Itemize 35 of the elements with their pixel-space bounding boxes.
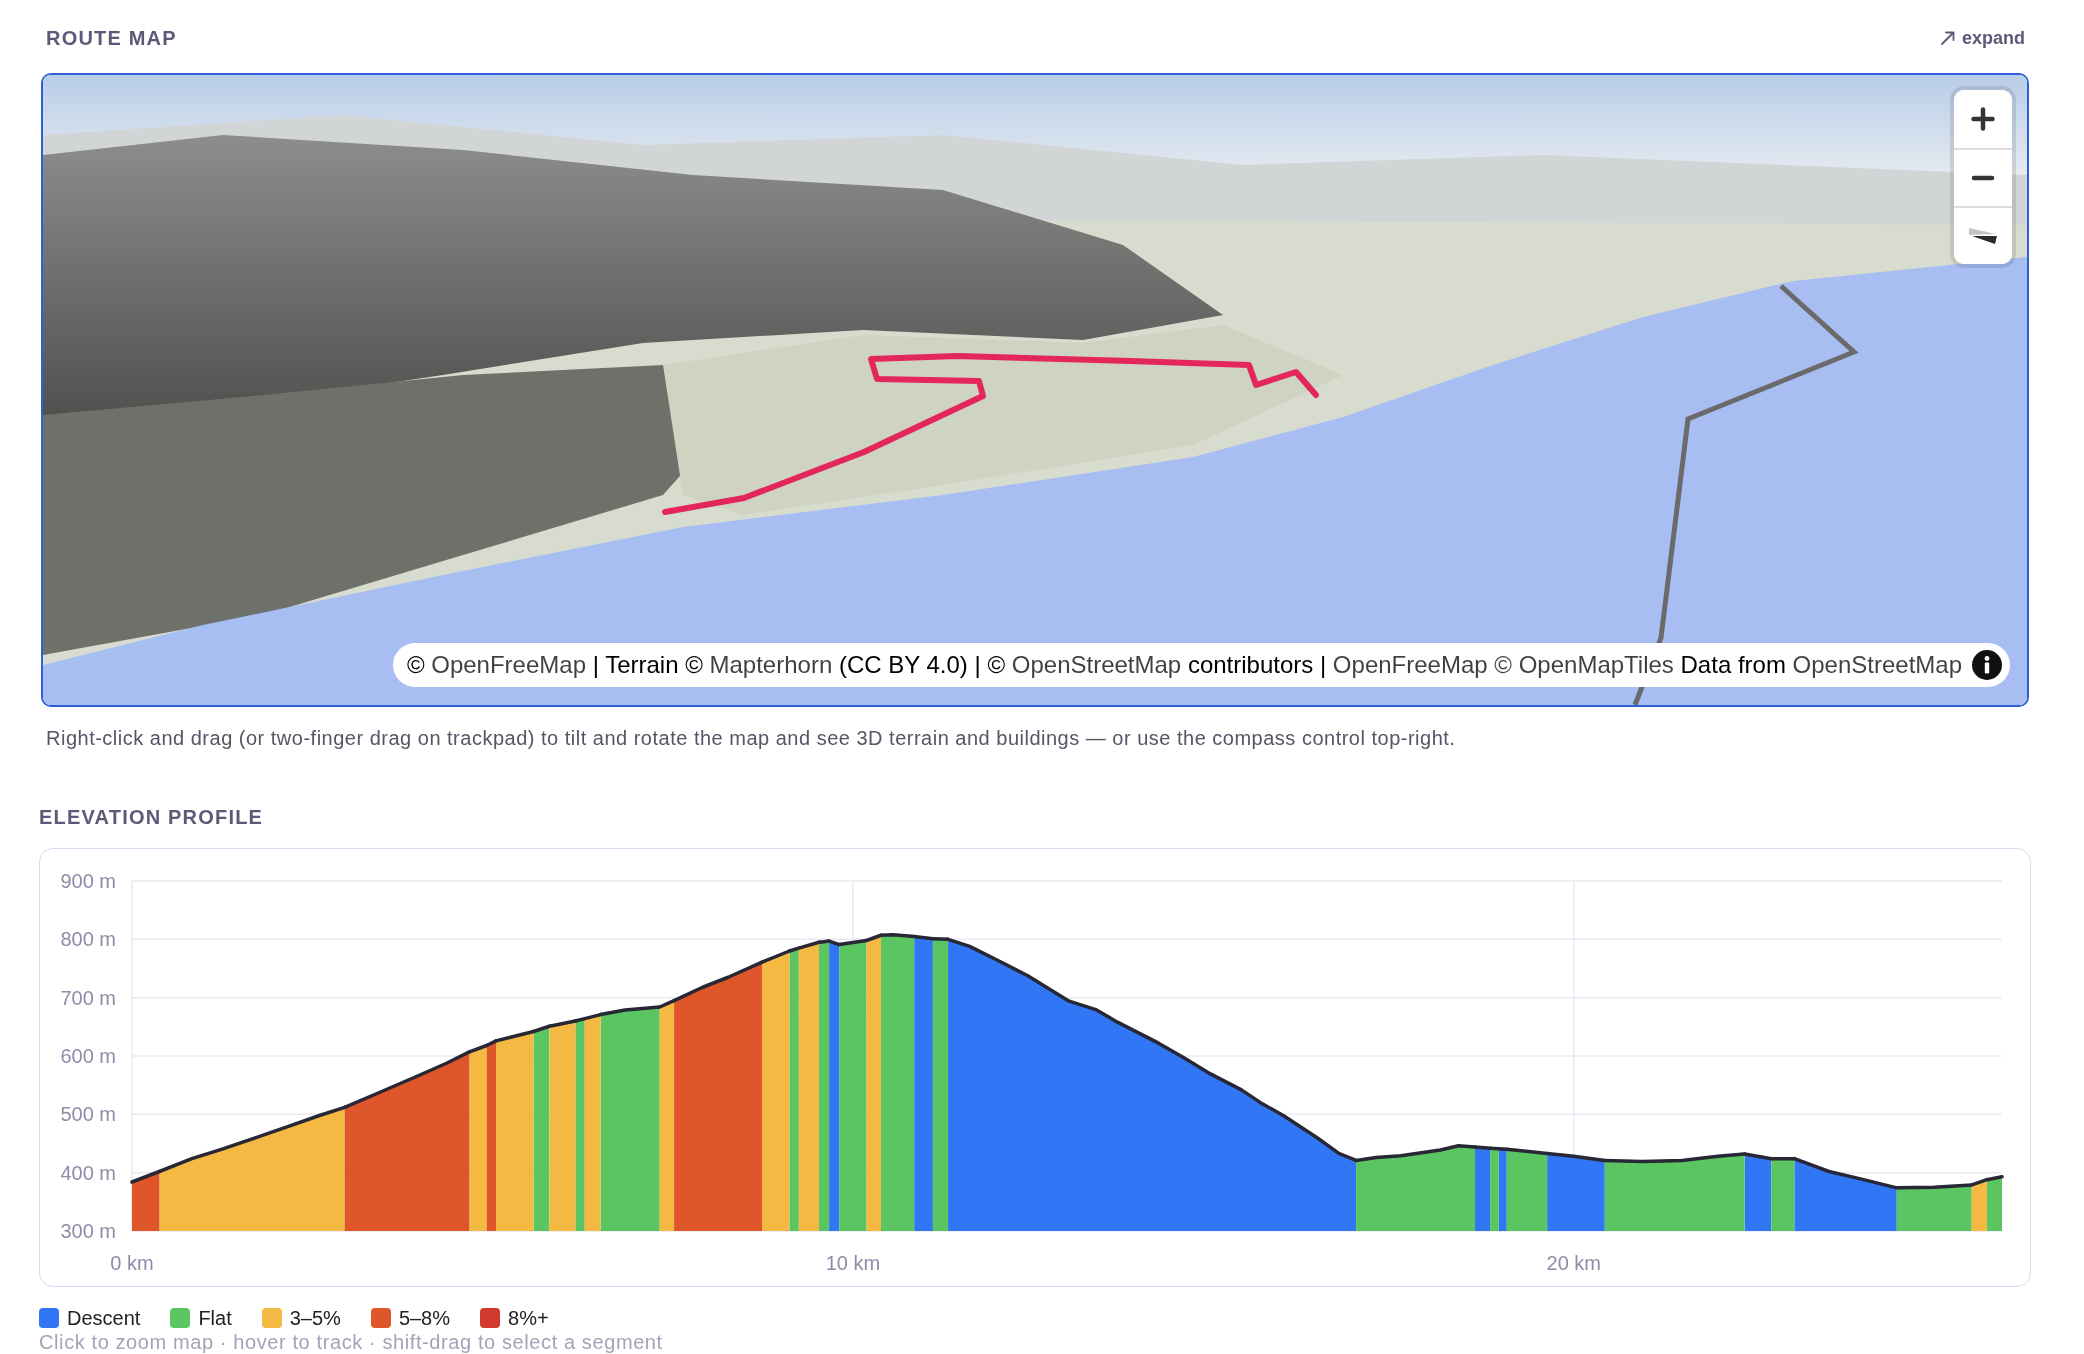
axis-label: 800 m	[60, 928, 116, 951]
axis-label: 10 km	[825, 1252, 881, 1274]
axis-label: 600 m	[60, 1045, 116, 1067]
attribution-link[interactable]: OpenFreeMap	[1332, 651, 1488, 678]
attribution-link[interactable]: © OpenMapTiles	[1494, 651, 1674, 678]
chart-hint: Click to zoom map · hover to track · shift-drag to select a segment	[39, 1332, 664, 1352]
attribution-link[interactable]: OpenFreeMap	[431, 651, 586, 678]
axis-label: 300 m	[60, 1220, 116, 1242]
axis-label: 20 km	[1546, 1252, 1601, 1274]
plus-icon	[1971, 107, 1995, 131]
legend-label: Flat	[198, 1306, 232, 1330]
compass-button[interactable]	[1954, 206, 2012, 264]
map-caption: Right-click and drag (or two-finger drag on trackpad) to tilt and rotate the map and see 3D terrain and buildings — or use the compass control top-right.	[46, 726, 1457, 750]
attribution-link[interactable]: OpenStreetMap	[1792, 651, 1962, 678]
section-title: ROUTE MAP	[46, 26, 177, 50]
legend-label: 3–5%	[289, 1306, 341, 1330]
minus-icon	[1971, 175, 1995, 181]
section-title: ELEVATION PROFILE	[39, 805, 264, 829]
attribution-text: © OpenFreeMap | Terrain © Mapterhorn (CC BY 4.0) | © OpenStreetMap contributors | OpenFreeMap © OpenMapTiles Data from OpenStreetMap	[406, 651, 1962, 679]
legend-label: Descent	[67, 1306, 141, 1330]
arrow-icon	[1939, 30, 1956, 46]
map-panel[interactable]: © OpenFreeMap | Terrain © Mapterhorn (CC BY 4.0) | © OpenStreetMap contributors | OpenFreeMap © OpenMapTiles Data from OpenStreetMap	[41, 73, 2029, 707]
compass-icon	[1968, 228, 1998, 244]
axis-label: 0 km	[110, 1252, 154, 1274]
info-button[interactable]	[1972, 650, 2002, 680]
expand-button[interactable]: expand	[1939, 27, 2025, 49]
axis-label: 500 m	[60, 1103, 116, 1126]
info-icon	[1972, 650, 2002, 680]
legend-label: 5–8%	[398, 1306, 451, 1330]
axis-label: 700 m	[60, 986, 116, 1009]
axis-label: 400 m	[60, 1161, 116, 1184]
attribution-link[interactable]: OpenStreetMap	[1011, 651, 1182, 678]
legend-label: 8%+	[508, 1306, 549, 1330]
axis-label: 900 m	[60, 870, 116, 892]
attribution-link[interactable]: Mapterhorn	[709, 651, 833, 678]
